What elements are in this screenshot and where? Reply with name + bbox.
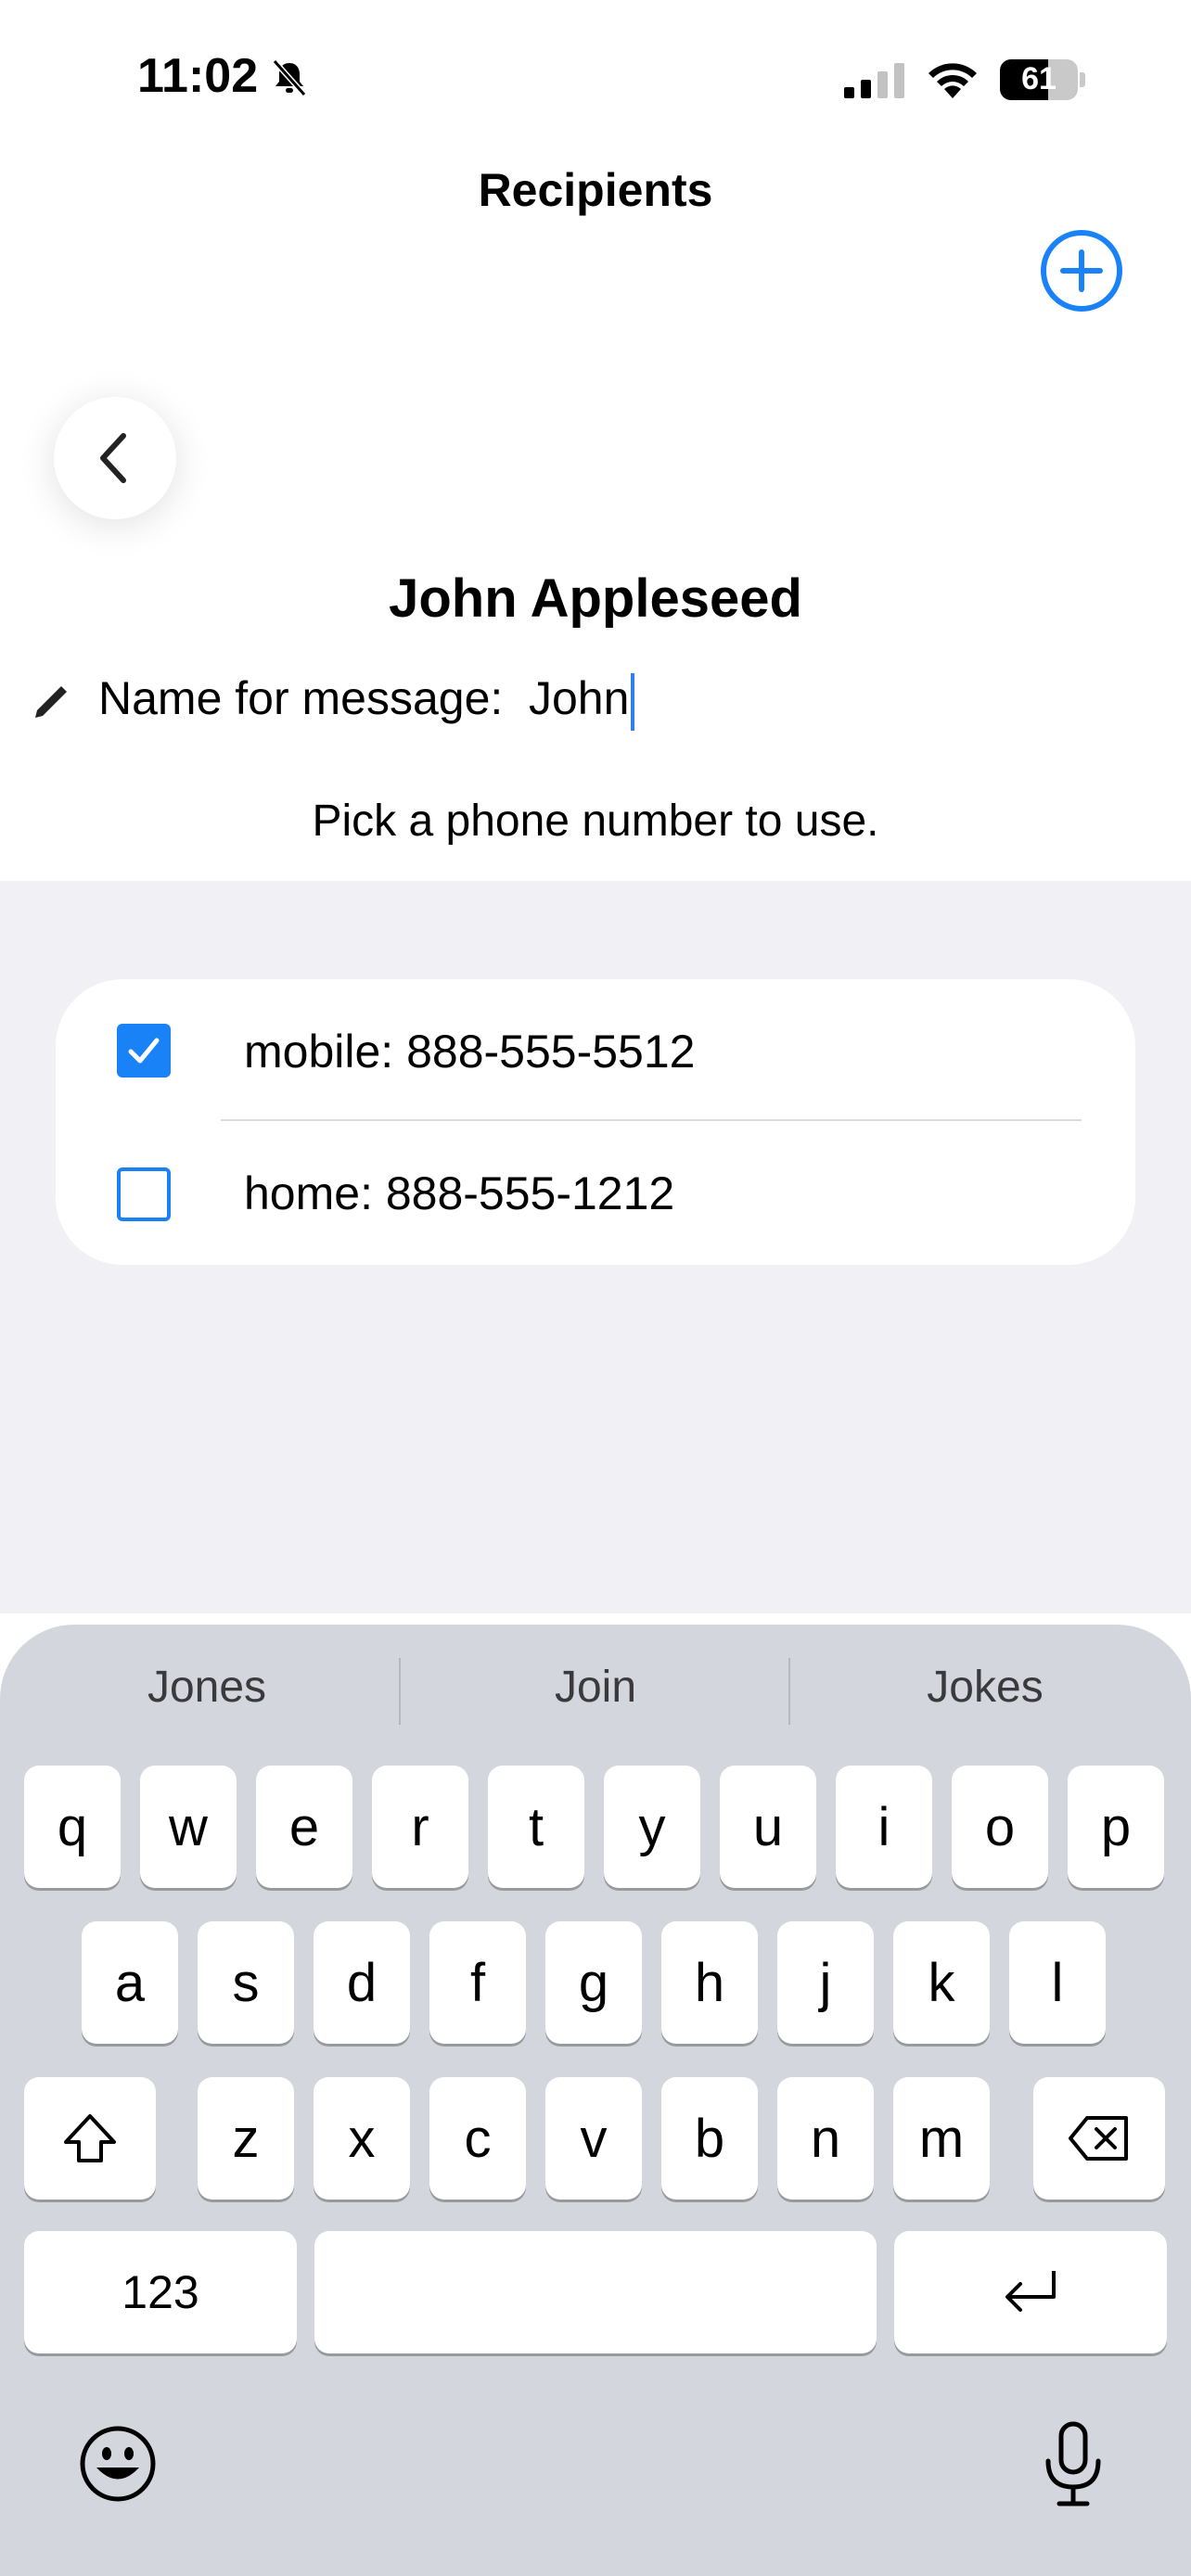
return-key[interactable] bbox=[894, 2231, 1167, 2353]
key-f[interactable]: f bbox=[429, 1921, 526, 2044]
suggestion-item[interactable]: Jones bbox=[68, 1662, 346, 1713]
suggestion-item[interactable]: Jokes bbox=[846, 1662, 1124, 1713]
key-b[interactable]: b bbox=[661, 2077, 758, 2200]
silent-bell-icon bbox=[272, 59, 307, 96]
key-j[interactable]: j bbox=[777, 1921, 874, 2044]
numbers-key[interactable]: 123 bbox=[24, 2231, 297, 2353]
key-d[interactable]: d bbox=[314, 1921, 410, 2044]
key-l[interactable]: l bbox=[1009, 1921, 1106, 2044]
key-u[interactable]: u bbox=[720, 1766, 816, 1888]
key-i[interactable]: i bbox=[836, 1766, 932, 1888]
space-key[interactable] bbox=[314, 2231, 877, 2353]
key-w[interactable]: w bbox=[140, 1766, 237, 1888]
key-y[interactable]: y bbox=[604, 1766, 700, 1888]
phone-number-list: mobile: 888-555-5512 home: 888-555-1212 bbox=[56, 979, 1135, 1265]
instruction-text: Pick a phone number to use. bbox=[312, 797, 879, 846]
key-s[interactable]: s bbox=[198, 1921, 294, 2044]
text-cursor bbox=[631, 673, 634, 731]
name-for-message-input[interactable]: John bbox=[529, 671, 629, 725]
key-h[interactable]: h bbox=[661, 1921, 758, 2044]
key-m[interactable]: m bbox=[893, 2077, 990, 2200]
phone-option-label: home: 888-555-1212 bbox=[244, 1167, 675, 1219]
shift-icon bbox=[64, 2114, 116, 2162]
key-r[interactable]: r bbox=[372, 1766, 468, 1888]
suggestion-item[interactable]: Join bbox=[456, 1662, 735, 1713]
battery-level: 61 bbox=[1021, 61, 1057, 96]
suggestion-divider bbox=[788, 1658, 790, 1725]
key-o[interactable]: o bbox=[952, 1766, 1048, 1888]
delete-key[interactable] bbox=[1033, 2077, 1165, 2200]
key-q[interactable]: q bbox=[24, 1766, 121, 1888]
chevron-left-icon bbox=[100, 433, 126, 483]
checkbox-unchecked-icon[interactable] bbox=[117, 1167, 171, 1221]
key-z[interactable]: z bbox=[198, 2077, 294, 2200]
key-n[interactable]: n bbox=[777, 2077, 874, 2200]
checkbox-checked-icon[interactable] bbox=[117, 1024, 171, 1078]
key-x[interactable]: x bbox=[314, 2077, 410, 2200]
key-p[interactable]: p bbox=[1068, 1766, 1164, 1888]
battery-icon: 61 bbox=[1000, 59, 1087, 100]
phone-option-mobile[interactable]: mobile: 888-555-5512 bbox=[56, 979, 1135, 1122]
return-icon bbox=[1005, 2271, 1056, 2312]
key-t[interactable]: t bbox=[488, 1766, 584, 1888]
key-k[interactable]: k bbox=[893, 1921, 990, 2044]
status-time: 11:02 bbox=[137, 49, 259, 103]
cellular-signal-icon bbox=[844, 63, 904, 98]
phone-option-home[interactable]: home: 888-555-1212 bbox=[56, 1122, 1135, 1265]
key-g[interactable]: g bbox=[545, 1921, 642, 2044]
key-a[interactable]: a bbox=[82, 1921, 178, 2044]
key-v[interactable]: v bbox=[545, 2077, 642, 2200]
emoji-icon[interactable] bbox=[78, 2424, 158, 2504]
name-for-message-label: Name for message: bbox=[98, 672, 504, 724]
wifi-icon bbox=[928, 63, 977, 98]
contact-name: John Appleseed bbox=[389, 568, 802, 629]
back-button[interactable] bbox=[54, 397, 176, 519]
phone-option-label: mobile: 888-555-5512 bbox=[244, 1026, 696, 1078]
key-e[interactable]: e bbox=[256, 1766, 352, 1888]
delete-icon bbox=[1069, 2116, 1128, 2161]
suggestion-divider bbox=[399, 1658, 401, 1725]
add-recipient-button[interactable] bbox=[1039, 228, 1124, 313]
pencil-icon bbox=[35, 686, 67, 718]
key-c[interactable]: c bbox=[429, 2077, 526, 2200]
microphone-icon[interactable] bbox=[1041, 2420, 1106, 2509]
divider bbox=[221, 1119, 1082, 1121]
page-title: Recipients bbox=[478, 164, 713, 216]
shift-key[interactable] bbox=[24, 2077, 156, 2200]
